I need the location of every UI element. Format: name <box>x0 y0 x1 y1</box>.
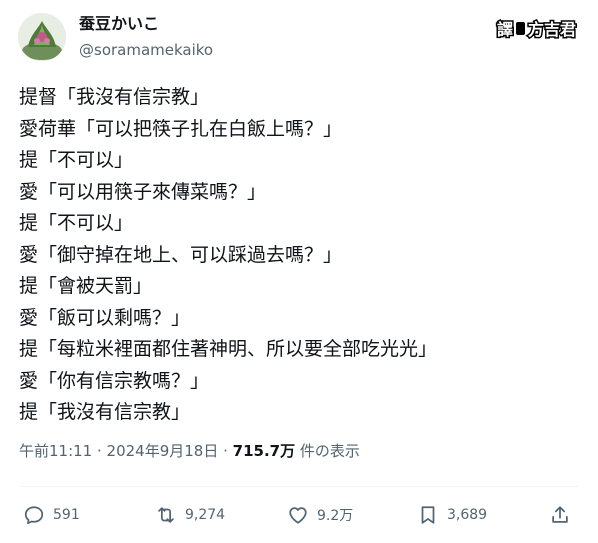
user-handle[interactable]: @soramamekaiko <box>79 40 213 60</box>
tweet-line: 提「不可以」 <box>19 212 134 234</box>
tweet-line: 提「每粒米裡面都住著神明、所以要全部吃光光」 <box>19 338 438 360</box>
tweet-line: 提「不可以」 <box>19 149 134 171</box>
retweet-button[interactable]: 9,274 <box>155 500 225 530</box>
tweet-time[interactable]: 午前11:11 <box>19 442 92 460</box>
view-count[interactable]: 715.7万 <box>233 442 295 460</box>
meta-separator: · <box>218 442 233 460</box>
tweet-line: 愛荷華「可以把筷子扎在白飯上嗎？」 <box>19 117 343 140</box>
tweet-metadata: 午前11:11 · 2024年9月18日 · 715.7万 件の表示 <box>19 440 360 462</box>
like-button[interactable]: 9.2万 <box>287 500 353 530</box>
retweet-icon <box>158 507 174 523</box>
share-icon <box>552 506 568 523</box>
bookmark-icon <box>421 506 435 524</box>
retweet-count: 9,274 <box>185 507 226 523</box>
watermark-translate-char: 譯 <box>495 19 514 41</box>
avatar[interactable] <box>18 13 66 61</box>
reply-icon <box>24 506 44 525</box>
meta-separator: · <box>92 442 107 460</box>
tweet-line: 提「我沒有信宗教」 <box>19 401 191 423</box>
bookmark-count: 3,689 <box>447 507 488 523</box>
tweet-line: 愛「你有信宗教嗎？」 <box>19 369 210 392</box>
avatar-image <box>18 13 66 61</box>
tweet-line: 愛「御守掉在地上、可以踩過去嗎？」 <box>19 243 343 266</box>
tweet-text: 提督「我沒有信宗教」 愛荷華「可以把筷子扎在白飯上嗎？」 提「不可以」 愛「可以… <box>19 82 579 429</box>
reply-button[interactable]: 591 <box>23 500 80 530</box>
divider <box>19 486 579 487</box>
like-count: 9.2万 <box>317 508 354 524</box>
tweet-line: 愛「可以用筷子來傳菜嗎？」 <box>19 180 267 203</box>
display-name[interactable]: 蚕豆かいこ <box>79 14 159 34</box>
tweet-line: 愛「飯可以剩嗎？」 <box>19 306 191 329</box>
tweet-line: 提督「我沒有信宗教」 <box>19 86 210 108</box>
tweet-date[interactable]: 2024年9月18日 <box>107 442 219 460</box>
view-count-label: 件の表示 <box>295 442 360 460</box>
bookmark-button[interactable]: 3,689 <box>417 500 487 530</box>
watermark-translator-name: 方吉君 <box>526 19 577 41</box>
share-button[interactable] <box>549 500 571 530</box>
heart-icon <box>289 507 307 524</box>
reply-count: 591 <box>53 507 80 523</box>
tweet-line: 提「會被天罰」 <box>19 275 153 297</box>
action-bar: 591 9,274 9.2万 3,689 <box>19 500 579 530</box>
watermark-separator <box>515 21 525 35</box>
translator-watermark: 譯 方吉君 <box>495 16 577 41</box>
